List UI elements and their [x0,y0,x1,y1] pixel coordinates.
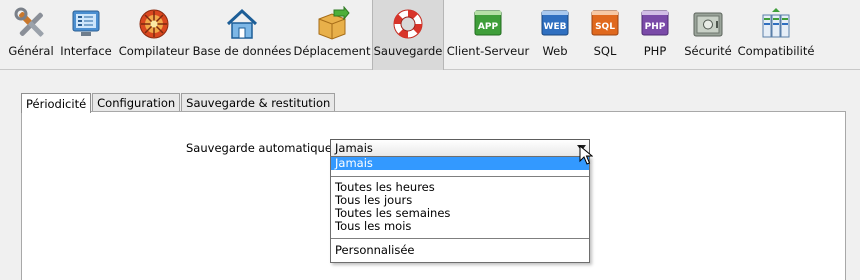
toolbar-item-label: Général [8,44,54,58]
toolbar-item-database[interactable]: Base de données [192,0,292,70]
toolbar-item-interface[interactable]: Interface [60,0,112,70]
toolbar-item-label: Base de données [192,44,292,58]
toolbar-item-sql[interactable]: SQL SQL [584,0,626,70]
toolbar-item-label: SQL [593,44,617,58]
preferences-toolbar: Général Interface Compilateur Base de do… [0,0,860,70]
toolbar-item-label: Client-Serveur [446,44,530,58]
tab-configuration[interactable]: Configuration [92,93,181,112]
toolbar-item-label: Web [542,44,568,58]
app-icon: APP [474,10,502,36]
option-never[interactable]: Jamais [331,157,589,170]
auto-backup-options: Jamais Toutes les heures Tous les jours … [330,156,590,263]
tab-backup-restore[interactable]: Sauvegarde & restitution [181,93,336,112]
svg-text:PHP: PHP [645,22,666,32]
option-monthly[interactable]: Tous les mois [331,220,589,233]
mouse-cursor-icon [579,145,593,165]
box-move-icon [318,6,350,40]
lifebuoy-icon [393,9,423,39]
tools-icon [14,7,44,37]
toolbar-item-label: PHP [643,44,667,58]
compatibility-icon [762,8,790,38]
toolbar-item-general[interactable]: Général [6,0,56,70]
toolbar-item-label: Déplacement [293,44,371,58]
toolbar-item-web[interactable]: WEB Web [532,0,578,70]
toolbar-item-php[interactable]: PHP PHP [634,0,676,70]
safe-icon [693,12,723,37]
toolbar-item-label: Sauvegarde [373,44,443,58]
tab-periodicity[interactable]: Périodicité [21,93,92,113]
option-custom[interactable]: Personnalisée [331,244,589,257]
toolbar-item-label: Interface [60,44,112,58]
tab-label: Sauvegarde & restitution [186,96,331,110]
auto-backup-value: Jamais [335,141,373,155]
toolbar-item-security[interactable]: Sécurité [682,0,734,70]
toolbar-item-client-server[interactable]: APP Client-Serveur [446,0,530,70]
compiler-icon [139,9,169,39]
toolbar-item-backup[interactable]: Sauvegarde [372,0,444,70]
svg-text:APP: APP [478,22,499,32]
toolbar-item-label: Sécurité [684,44,732,58]
auto-backup-select[interactable]: Jamais [330,139,590,157]
sql-icon: SQL [591,10,619,36]
toolbar-item-compatibility[interactable]: Compatibilité [738,0,814,70]
toolbar-item-label: Compilateur [118,44,190,58]
php-icon: PHP [641,10,669,36]
web-icon: WEB [541,10,569,36]
auto-backup-label: Sauvegarde automatique : [186,141,340,155]
home-database-icon [226,8,258,39]
tab-label: Configuration [97,96,176,110]
tab-label: Périodicité [26,96,87,111]
monitor-icon [72,10,100,36]
toolbar-item-move[interactable]: Déplacement [294,0,370,70]
svg-text:SQL: SQL [595,22,615,32]
toolbar-item-compiler[interactable]: Compilateur [118,0,190,70]
svg-text:WEB: WEB [544,22,567,32]
toolbar-item-label: Compatibilité [737,44,815,58]
backup-tabs: Périodicité Configuration Sauvegarde & r… [21,93,336,113]
